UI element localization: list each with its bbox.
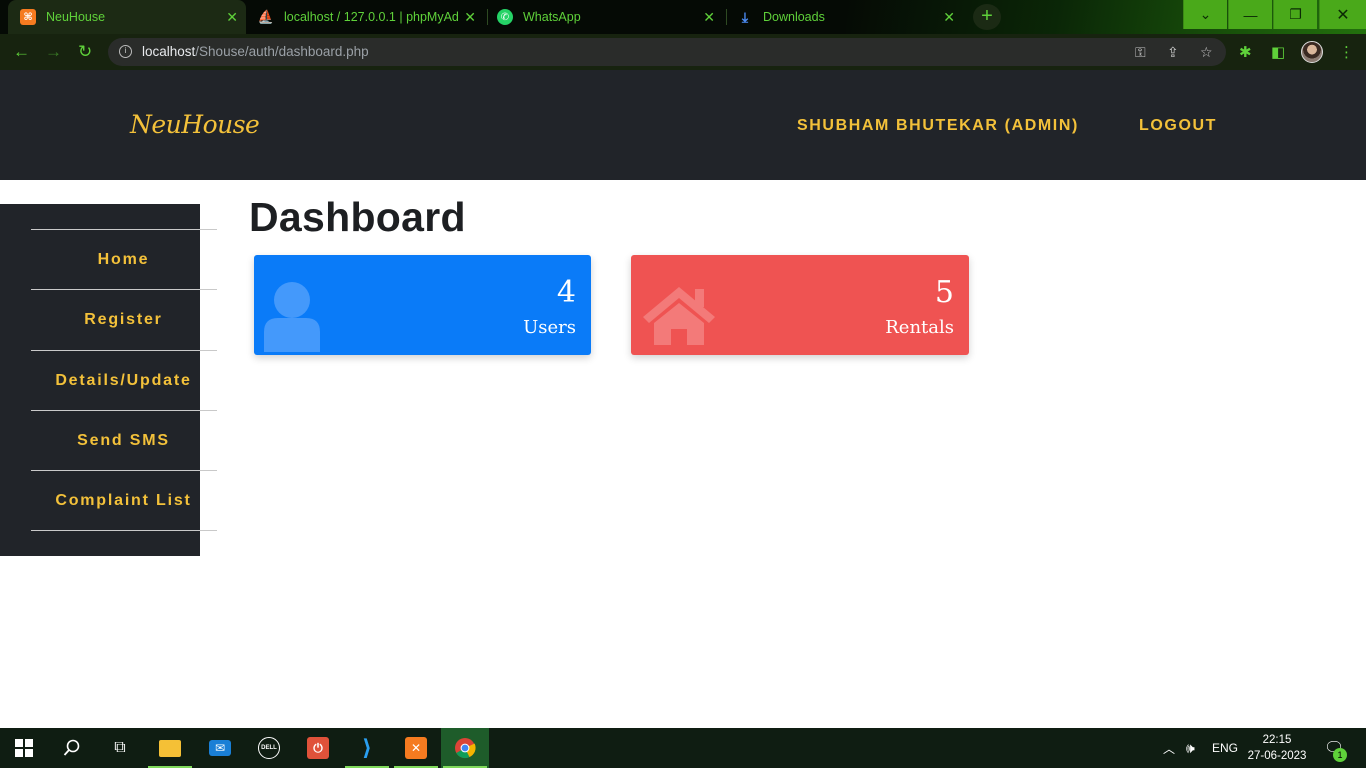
tab-title: localhost / 127.0.0.1 | phpMyAdmin <box>284 10 458 24</box>
app-button[interactable]: ⏻ <box>294 728 342 768</box>
xampp-icon: ✕ <box>405 737 427 759</box>
users-count: 4 <box>556 275 576 310</box>
task-view-button[interactable]: ⧉ <box>96 728 144 768</box>
notification-count: 1 <box>1333 748 1347 762</box>
show-hidden-icons[interactable]: ︿ <box>1163 728 1175 768</box>
browser-toolbar: ← → ↻ i localhost/Shouse/auth/dashboard.… <box>0 34 1366 70</box>
task-view-icon: ⧉ <box>114 739 126 756</box>
close-icon[interactable]: ✕ <box>464 9 476 26</box>
tab-separator <box>487 9 488 25</box>
search-button[interactable] <box>48 728 96 768</box>
clock[interactable]: 22:15 27-06-2023 <box>1244 732 1310 764</box>
share-icon[interactable]: ⇪ <box>1167 44 1179 61</box>
url-text: localhost/Shouse/auth/dashboard.php <box>142 44 369 59</box>
menu-kebab-icon[interactable]: ⋮ <box>1339 43 1354 61</box>
sidebar-item-send-sms[interactable]: Send SMS <box>31 410 217 471</box>
close-icon[interactable]: ✕ <box>226 9 238 26</box>
sidebar-item-details-update[interactable]: Details/Update <box>31 350 217 411</box>
sidebar-item-home[interactable]: Home <box>31 229 217 290</box>
tab-separator <box>726 9 727 25</box>
tab-title: WhatsApp <box>523 10 581 24</box>
reload-icon[interactable]: ↻ <box>78 42 92 62</box>
mail-button[interactable]: ✉ <box>196 728 244 768</box>
tab-downloads[interactable]: ⤓ Downloads ✕ <box>737 0 957 34</box>
tab-search-button[interactable]: ⌄ <box>1183 0 1227 29</box>
whatsapp-icon: ✆ <box>497 9 513 25</box>
dell-icon: DELL <box>258 737 280 759</box>
url-host: localhost <box>142 44 196 59</box>
volume-control[interactable]: 🕪 <box>1186 728 1195 768</box>
start-button[interactable] <box>0 728 48 768</box>
sidebar-divider <box>31 530 217 531</box>
rentals-card[interactable]: 5 Rentals <box>631 255 969 355</box>
sidebar-item-label: Complaint List <box>55 492 192 509</box>
close-window-button[interactable]: ✕ <box>1319 0 1366 29</box>
url-path: /Shouse/auth/dashboard.php <box>195 44 369 59</box>
close-icon[interactable]: ✕ <box>943 9 955 26</box>
mail-icon: ✉ <box>209 740 231 756</box>
key-icon[interactable]: ⚿ <box>1135 44 1146 61</box>
sidebar-item-label: Details/Update <box>55 372 192 389</box>
sidebar: Home Register Details/Update Send SMS Co… <box>0 204 217 556</box>
browser-tab-strip: ⌘ NeuHouse ✕ ⛵ localhost / 127.0.0.1 | p… <box>0 0 1366 34</box>
page-title: Dashboard <box>249 194 466 240</box>
users-card[interactable]: 4 Users <box>254 255 591 355</box>
address-bar[interactable]: i localhost/Shouse/auth/dashboard.php ⚿ … <box>108 38 1226 66</box>
start-icon <box>15 739 33 757</box>
app-icon: ⏻ <box>307 737 329 759</box>
clock-date: 27-06-2023 <box>1247 750 1307 762</box>
sidebar-item-label: Send SMS <box>77 432 170 449</box>
xampp-button[interactable]: ✕ <box>392 728 440 768</box>
forward-arrow-icon[interactable]: → <box>45 42 62 62</box>
minimize-button[interactable]: — <box>1228 0 1272 29</box>
volume-icon: 🕪 <box>1186 739 1195 756</box>
sidebar-item-complaint-list[interactable]: Complaint List <box>31 470 217 531</box>
star-icon[interactable]: ☆ <box>1200 44 1213 61</box>
users-label: Users <box>523 317 576 338</box>
rentals-label: Rentals <box>885 317 954 338</box>
language-label: ENG <box>1212 741 1239 755</box>
logout-link[interactable]: Logout <box>1139 117 1217 135</box>
language-indicator[interactable]: ENG <box>1212 728 1238 768</box>
tab-whatsapp[interactable]: ✆ WhatsApp ✕ <box>497 0 717 34</box>
chrome-button[interactable] <box>441 728 489 768</box>
restore-button[interactable]: ❐ <box>1273 0 1317 29</box>
sidebar-item-register[interactable]: Register <box>31 289 217 350</box>
close-icon[interactable]: ✕ <box>703 9 715 26</box>
site-navbar: NeuHouse Shubham Bhutekar (Admin) Logout <box>0 70 1366 180</box>
user-link[interactable]: Shubham Bhutekar (Admin) <box>797 117 1079 135</box>
xampp-icon: ⌘ <box>20 9 36 25</box>
file-explorer-icon <box>159 739 181 757</box>
tab-title: Downloads <box>763 10 825 24</box>
download-icon: ⤓ <box>741 8 749 25</box>
action-center-button[interactable]: 🗨 1 <box>1324 728 1347 768</box>
sidebar-item-label: Home <box>97 251 150 268</box>
side-panel-icon[interactable]: ◧ <box>1271 43 1285 61</box>
brand-logo[interactable]: NeuHouse <box>130 110 260 139</box>
tab-title: NeuHouse <box>46 10 106 24</box>
vscode-icon: ⟩ <box>361 735 373 760</box>
chrome-icon <box>455 738 476 759</box>
clock-time: 22:15 <box>1262 734 1292 746</box>
profile-avatar[interactable] <box>1301 41 1323 63</box>
windows-taskbar: ⧉ ✉ DELL ⏻ ⟩ ✕ ︿ 🕪 ENG 22:15 27-06-2023 … <box>0 728 1366 768</box>
phpmyadmin-icon: ⛵ <box>257 9 275 24</box>
site-info-icon[interactable]: i <box>119 45 132 58</box>
new-tab-button[interactable]: + <box>973 4 1001 30</box>
user-icon <box>264 282 320 352</box>
house-icon <box>643 287 715 345</box>
rentals-count: 5 <box>934 275 954 310</box>
chevron-up-icon: ︿ <box>1163 741 1176 756</box>
extensions-icon[interactable]: ✱ <box>1239 43 1252 61</box>
search-icon <box>63 739 80 756</box>
tab-phpmyadmin[interactable]: ⛵ localhost / 127.0.0.1 | phpMyAdmin ✕ <box>258 0 478 34</box>
tab-neuhouse[interactable]: ⌘ NeuHouse ✕ <box>8 0 246 34</box>
dell-button[interactable]: DELL <box>245 728 293 768</box>
back-arrow-icon[interactable]: ← <box>13 42 30 62</box>
sidebar-item-label: Register <box>84 311 163 328</box>
vscode-button[interactable]: ⟩ <box>343 728 391 768</box>
file-explorer-button[interactable] <box>146 728 194 768</box>
